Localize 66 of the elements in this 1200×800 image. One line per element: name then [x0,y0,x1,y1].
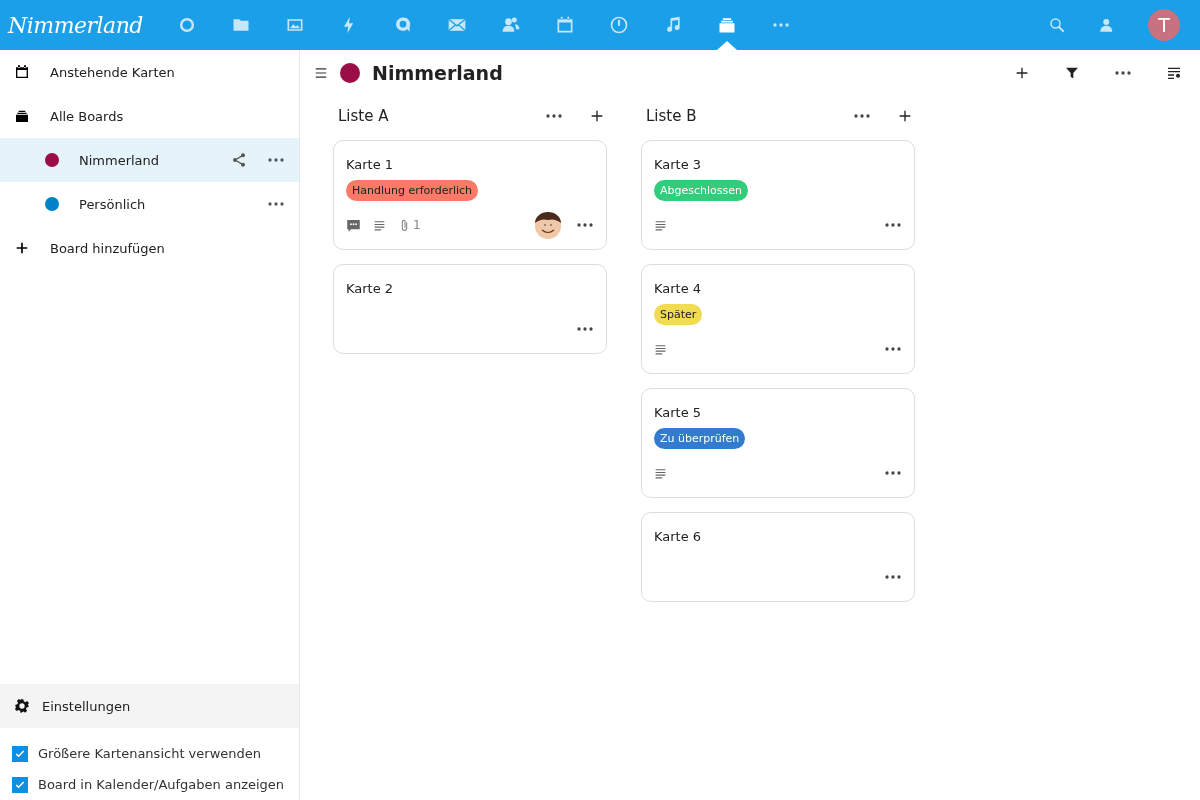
sidebar-item[interactable]: Anstehende Karten [0,50,299,94]
checkbox[interactable] [12,745,28,762]
card-title: Karte 5 [654,405,703,420]
card-title: Karte 2 [346,281,395,296]
app-icon [555,15,575,35]
option-checkbox[interactable]: Board in Kalender/Aufgaben anzeigen [0,769,299,800]
more-icon[interactable] [1114,69,1132,77]
plus-icon[interactable] [1014,65,1030,81]
option-label: Größere Kartenansicht verwenden [38,746,261,761]
more-icon[interactable] [884,345,902,353]
option-checkbox[interactable]: Größere Kartenansicht verwenden [0,738,299,769]
app-icon [609,15,629,35]
card[interactable]: Karte 2 [333,264,607,354]
more-icon[interactable] [884,573,902,581]
stack-icon [14,108,30,124]
description-icon [654,466,667,480]
app-icon [177,15,197,35]
option-label: Board in Kalender/Aufgaben anzeigen [38,777,285,792]
comment-icon [346,217,361,233]
menu-icon[interactable] [314,66,328,80]
board-title: Nimmerland [372,62,503,84]
more-icon[interactable] [853,112,871,120]
more-icon[interactable] [545,112,563,120]
add-board-item[interactable]: Board hinzufügen [0,226,299,270]
card-title: Karte 3 [654,157,703,172]
more-icon[interactable] [267,200,285,208]
plus-icon [14,240,30,256]
calendar-icon [14,64,30,80]
more-icon[interactable] [576,325,594,333]
card[interactable]: Karte 4 Später [641,264,915,374]
avatar-drawing [532,209,564,241]
more-icon[interactable] [576,221,594,229]
app-icon [717,15,737,35]
plus-icon[interactable] [897,108,913,124]
share-icon[interactable] [231,152,247,168]
label-tag: Abgeschlossen [654,180,748,201]
filter-icon[interactable] [1064,65,1080,81]
label-tag: Handlung erforderlich [346,180,479,201]
more-icon[interactable] [884,469,902,477]
app-icon [501,15,521,35]
checkbox[interactable] [12,776,28,793]
more-icon[interactable] [267,156,285,164]
label-tag: Später [654,304,703,325]
list-title: Liste B [646,107,698,125]
sidebar-item[interactable]: Alle Boards [0,94,299,138]
card[interactable]: Karte 3 Abgeschlossen [641,140,915,250]
board-item[interactable]: Persönlich [0,182,299,226]
card[interactable]: Karte 1 Handlung erforderlich 1 [333,140,607,250]
board-item[interactable]: Nimmerland [0,138,299,182]
card[interactable]: Karte 5 Zu überprüfen [641,388,915,498]
description-icon [654,218,667,232]
plus-icon[interactable] [589,108,605,124]
description-icon [373,218,386,232]
settings-item[interactable]: Einstellungen [0,684,299,728]
card-title: Karte 1 [346,157,395,172]
details-icon[interactable] [1166,65,1182,81]
settings-icon [14,698,30,714]
description-icon [654,342,667,356]
attachment-count: 1 [413,218,421,232]
more-icon [772,21,790,29]
card-title: Karte 6 [654,529,703,544]
card-title: Karte 4 [654,281,703,296]
label-tag: Zu überprüfen [654,428,746,449]
more-icon[interactable] [884,221,902,229]
card[interactable]: Karte 6 [641,512,915,602]
list-title: Liste A [338,107,390,125]
